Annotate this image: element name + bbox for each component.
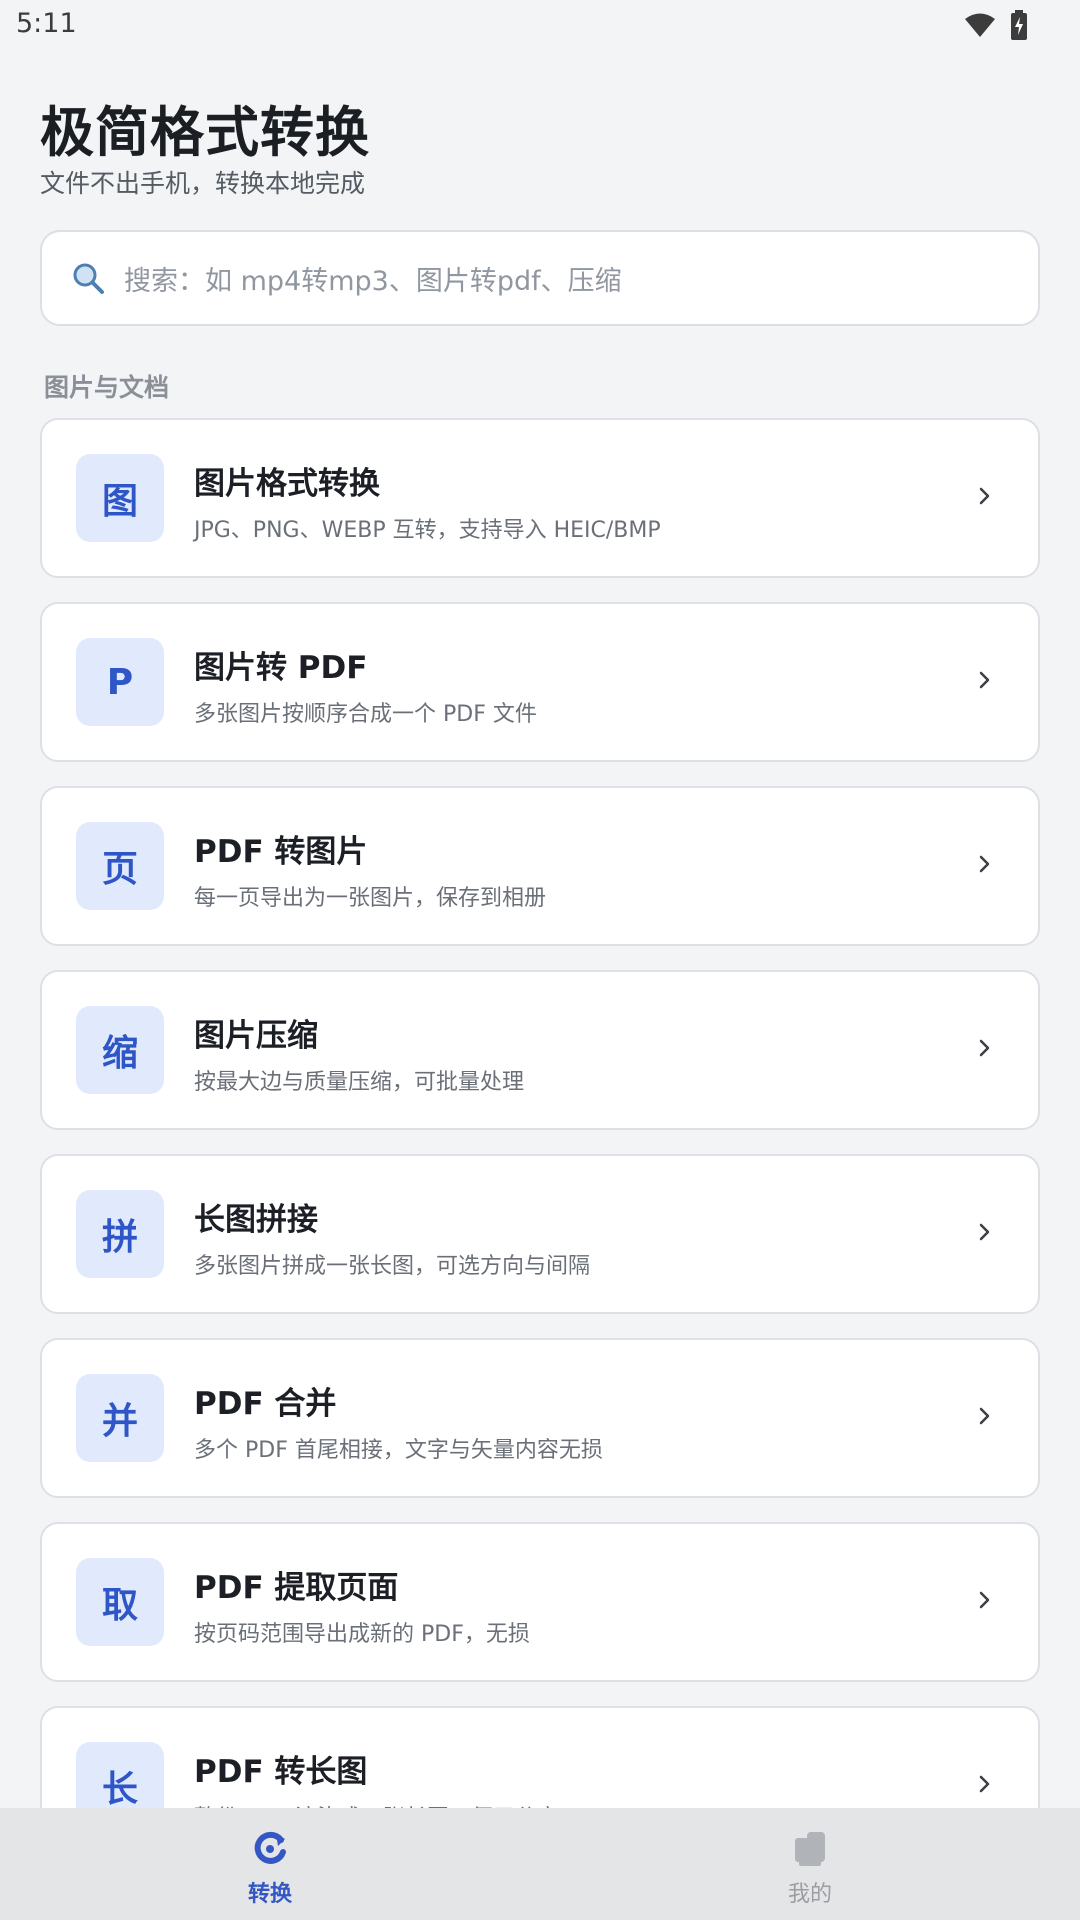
tool-title: PDF 提取页面	[194, 1570, 399, 1606]
tool-description: 多个 PDF 首尾相接，文字与矢量内容无损	[194, 1438, 603, 1463]
search-icon	[73, 263, 104, 294]
tool-icon: 取	[76, 1558, 164, 1646]
bottom-nav: 转换 我的	[0, 1808, 1080, 1920]
app-screen: 5:11 极简格式转换 文件不出手机，转换本地完成 搜索：如 mp4转mp3、图…	[0, 0, 1080, 1920]
tool-icon: 页	[76, 822, 164, 910]
nav-tab-mine[interactable]: 我的	[540, 1808, 1080, 1920]
tool-icon: 拼	[76, 1190, 164, 1278]
search-placeholder: 搜索：如 mp4转mp3、图片转pdf、压缩	[124, 265, 622, 297]
chevron-right-icon	[979, 1223, 990, 1241]
tool-title: 图片转 PDF	[194, 650, 368, 686]
profile-icon	[795, 1832, 825, 1866]
tool-card-long-image-stitch[interactable]: 拼 长图拼接 多张图片拼成一张长图，可选方向与间隔	[40, 1154, 1040, 1314]
tool-description: JPG、PNG、WEBP 互转，支持导入 HEIC/BMP	[194, 518, 661, 543]
tool-title: 长图拼接	[194, 1202, 318, 1238]
tool-icon: 缩	[76, 1006, 164, 1094]
tool-list: 图 图片格式转换 JPG、PNG、WEBP 互转，支持导入 HEIC/BMP P…	[40, 418, 1040, 1890]
status-bar: 5:11	[0, 0, 1080, 50]
nav-label-mine: 我的	[787, 1882, 832, 1907]
tool-description: 每一页导出为一张图片，保存到相册	[194, 886, 547, 911]
tool-description: 多张图片拼成一张长图，可选方向与间隔	[194, 1254, 591, 1279]
chevron-right-icon	[979, 1775, 990, 1793]
tool-title: PDF 转图片	[194, 834, 368, 870]
tool-icon: 并	[76, 1374, 164, 1462]
nav-tab-convert[interactable]: 转换	[0, 1808, 540, 1920]
tool-description: 按最大边与质量压缩，可批量处理	[194, 1070, 525, 1095]
convert-icon	[254, 1831, 286, 1864]
tool-description: 按页码范围导出成新的 PDF，无损	[194, 1622, 530, 1647]
chevron-right-icon	[979, 487, 990, 505]
tool-card-pdf-extract-pages[interactable]: 取 PDF 提取页面 按页码范围导出成新的 PDF，无损	[40, 1522, 1040, 1682]
tool-description: 多张图片按顺序合成一个 PDF 文件	[194, 702, 537, 727]
chevron-right-icon	[979, 855, 990, 873]
section-label: 图片与文档	[44, 373, 170, 402]
nav-label-convert: 转换	[247, 1882, 292, 1907]
chevron-right-icon	[979, 1407, 990, 1425]
battery-charging-icon	[1011, 10, 1027, 40]
page-title: 极简格式转换	[40, 101, 370, 164]
page-subtitle: 文件不出手机，转换本地完成	[40, 169, 366, 198]
chevron-right-icon	[979, 1591, 990, 1609]
tool-card-image-to-pdf[interactable]: P 图片转 PDF 多张图片按顺序合成一个 PDF 文件	[40, 602, 1040, 762]
tool-card-pdf-to-image[interactable]: 页 PDF 转图片 每一页导出为一张图片，保存到相册	[40, 786, 1040, 946]
status-icons	[964, 10, 1028, 40]
chevron-right-icon	[979, 671, 990, 689]
tool-title: 图片格式转换	[194, 466, 380, 502]
tool-card-image-format-convert[interactable]: 图 图片格式转换 JPG、PNG、WEBP 互转，支持导入 HEIC/BMP	[40, 418, 1040, 578]
status-time: 5:11	[16, 8, 77, 39]
chevron-right-icon	[979, 1039, 990, 1057]
search-input[interactable]: 搜索：如 mp4转mp3、图片转pdf、压缩	[40, 230, 1040, 326]
tool-title: 图片压缩	[194, 1018, 318, 1054]
tool-card-pdf-merge[interactable]: 并 PDF 合并 多个 PDF 首尾相接，文字与矢量内容无损	[40, 1338, 1040, 1498]
tool-icon: 图	[76, 454, 164, 542]
wifi-icon	[965, 13, 995, 37]
tool-icon: P	[76, 638, 164, 726]
tool-card-image-compress[interactable]: 缩 图片压缩 按最大边与质量压缩，可批量处理	[40, 970, 1040, 1130]
tool-title: PDF 合并	[194, 1386, 337, 1422]
tool-title: PDF 转长图	[194, 1754, 368, 1790]
